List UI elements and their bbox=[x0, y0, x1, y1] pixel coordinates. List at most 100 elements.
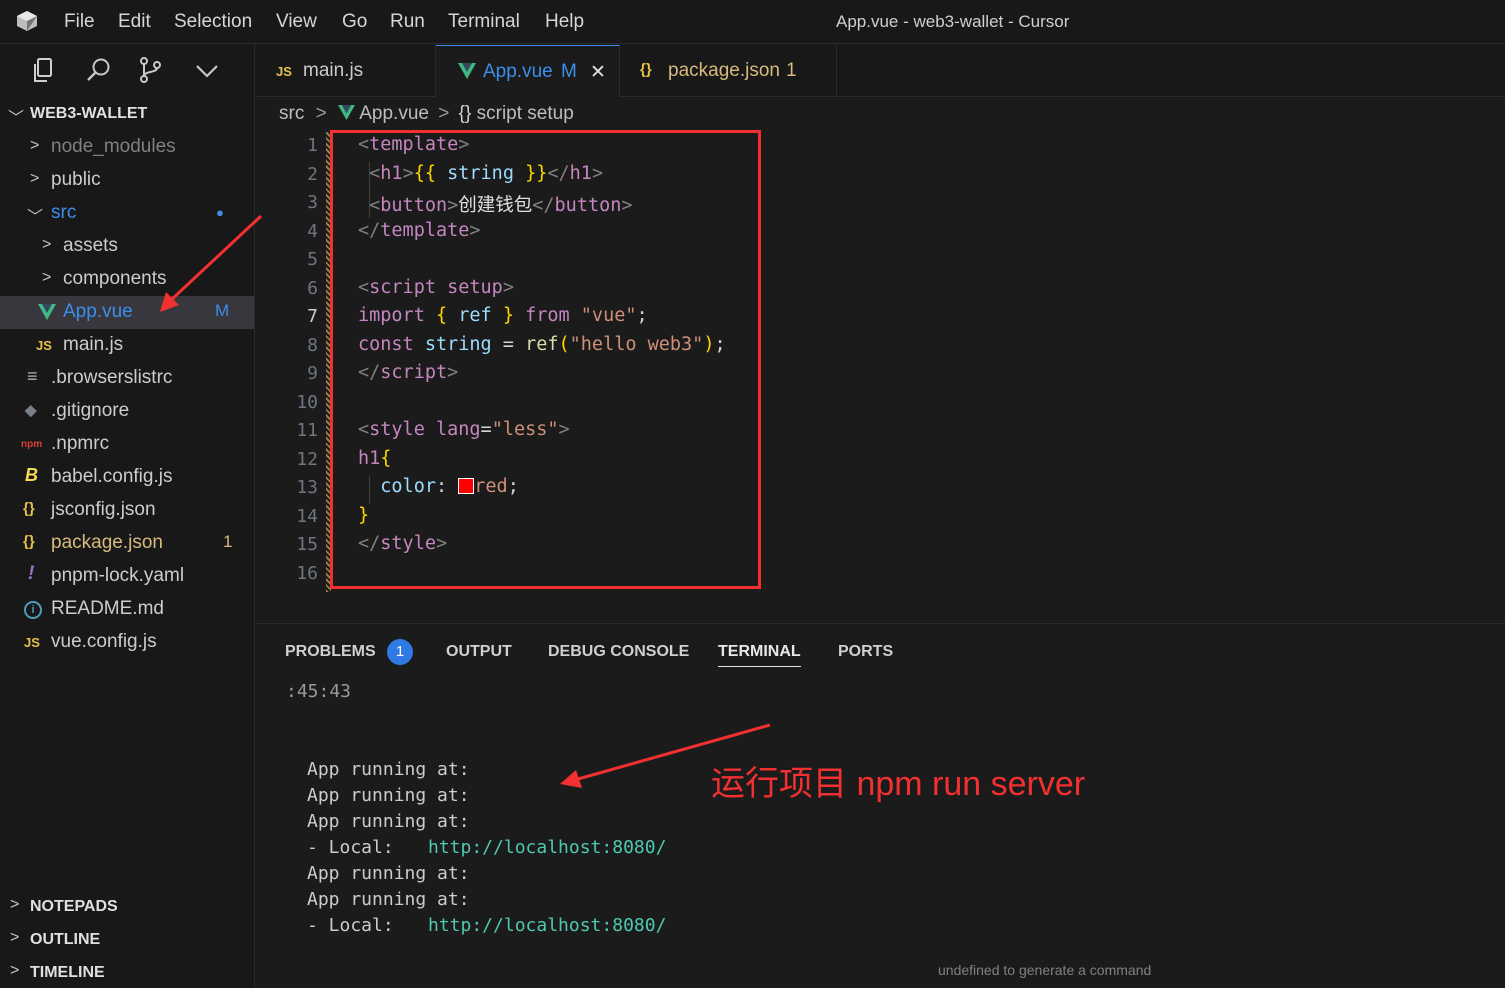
explorer-sidebar: ﹀ WEB3-WALLET > node_modules > public ﹀ … bbox=[0, 45, 255, 987]
line-number: 7 bbox=[307, 306, 318, 327]
terminal-line: App running at: bbox=[307, 889, 470, 910]
problems-badge: 1 bbox=[223, 532, 233, 551]
line-number: 1 bbox=[307, 135, 318, 156]
chevron-down-icon: ﹀ bbox=[27, 209, 44, 226]
tree-item-assets[interactable]: > assets bbox=[0, 230, 254, 263]
line-number: 11 bbox=[296, 420, 318, 441]
tree-item-label: App.vue bbox=[63, 301, 133, 322]
tree-item-src[interactable]: ﹀ src ● bbox=[0, 197, 254, 230]
terminal-link[interactable]: http://localhost:8080/ bbox=[428, 837, 666, 858]
tree-item-app-vue[interactable]: App.vue M bbox=[0, 296, 254, 329]
tree-item-npmrc[interactable]: npm .npmrc bbox=[0, 428, 254, 461]
tree-item-readme[interactable]: i README.md bbox=[0, 593, 254, 626]
tree-item-label: babel.config.js bbox=[51, 466, 173, 487]
modified-badge: M bbox=[215, 301, 230, 320]
section-notepads[interactable]: > NOTEPADS bbox=[0, 892, 254, 922]
line-number: 3 bbox=[307, 192, 318, 213]
tree-item-label: src bbox=[51, 202, 77, 223]
editor-tab-bar: JS main.js App.vue M ✕ {} package.json 1 bbox=[256, 45, 1505, 97]
tree-item-browserslistrc[interactable]: ≡ .browserslistrc bbox=[0, 362, 254, 395]
menu-run[interactable]: Run bbox=[390, 11, 425, 33]
tree-item-main-js[interactable]: JS main.js bbox=[0, 329, 254, 362]
explorer-root[interactable]: ﹀ WEB3-WALLET bbox=[0, 98, 254, 131]
menu-help[interactable]: Help bbox=[545, 11, 584, 33]
info-icon: i bbox=[24, 601, 42, 619]
source-control-icon[interactable] bbox=[136, 55, 166, 85]
js-icon: JS bbox=[24, 635, 40, 650]
chevron-right-icon: > bbox=[30, 170, 40, 187]
tab-label: App.vue bbox=[483, 61, 553, 82]
section-outline[interactable]: > OUTLINE bbox=[0, 925, 254, 955]
line-number: 6 bbox=[307, 278, 318, 299]
terminal-link[interactable]: http://localhost:8080/ bbox=[428, 915, 666, 936]
chevron-right-icon: > bbox=[30, 137, 40, 154]
js-icon: JS bbox=[276, 64, 292, 79]
menu-file[interactable]: File bbox=[64, 11, 95, 33]
close-icon[interactable]: ✕ bbox=[590, 61, 606, 84]
section-timeline[interactable]: > TIMELINE bbox=[0, 958, 254, 988]
problems-count-badge: 1 bbox=[387, 639, 413, 665]
tree-item-babel-config[interactable]: B babel.config.js bbox=[0, 461, 254, 494]
line-number: 9 bbox=[307, 363, 318, 384]
line-number: 5 bbox=[307, 249, 318, 270]
tree-item-label: .browserslistrc bbox=[51, 367, 173, 388]
tree-item-node-modules[interactable]: > node_modules bbox=[0, 131, 254, 164]
line-number: 8 bbox=[307, 335, 318, 356]
menu-view[interactable]: View bbox=[276, 11, 317, 33]
line-number: 15 bbox=[296, 534, 318, 555]
terminal-line: App running at: bbox=[307, 759, 470, 780]
braces-icon: {} bbox=[458, 103, 472, 124]
tab-ports[interactable]: PORTS bbox=[838, 643, 893, 661]
tree-item-public[interactable]: > public bbox=[0, 164, 254, 197]
tab-output[interactable]: OUTPUT bbox=[446, 643, 512, 661]
menu-go[interactable]: Go bbox=[342, 11, 367, 33]
line-number: 16 bbox=[296, 563, 318, 584]
breadcrumb-symbol[interactable]: script setup bbox=[477, 103, 574, 124]
tab-app-vue[interactable]: App.vue M ✕ bbox=[436, 45, 620, 97]
tree-item-label: .gitignore bbox=[51, 400, 130, 421]
window-title: App.vue - web3-wallet - Cursor bbox=[836, 12, 1070, 31]
tree-item-gitignore[interactable]: ◆ .gitignore bbox=[0, 395, 254, 428]
tree-item-jsconfig[interactable]: {} jsconfig.json bbox=[0, 494, 254, 527]
tree-item-label: main.js bbox=[63, 334, 124, 355]
problems-badge: 1 bbox=[786, 60, 797, 81]
chevron-down-icon[interactable] bbox=[192, 55, 222, 85]
json-icon: {} bbox=[23, 533, 35, 550]
chevron-right-icon: > bbox=[10, 896, 20, 913]
tree-item-label: node_modules bbox=[51, 136, 176, 157]
vue-icon bbox=[38, 304, 56, 320]
tab-package-json[interactable]: {} package.json 1 bbox=[620, 45, 837, 97]
tree-item-components[interactable]: > components bbox=[0, 263, 254, 296]
tree-item-vue-config[interactable]: JS vue.config.js bbox=[0, 626, 254, 659]
menu-edit[interactable]: Edit bbox=[118, 11, 151, 33]
tab-terminal[interactable]: TERMINAL bbox=[718, 643, 801, 667]
terminal-line: App running at: bbox=[307, 863, 470, 884]
files-icon[interactable] bbox=[30, 55, 60, 85]
tree-item-label: vue.config.js bbox=[51, 631, 157, 652]
line-number: 2 bbox=[307, 164, 318, 185]
tab-main-js[interactable]: JS main.js bbox=[256, 45, 436, 97]
vue-icon bbox=[458, 63, 476, 79]
tree-item-package-json[interactable]: {} package.json 1 bbox=[0, 527, 254, 560]
chevron-right-icon: > bbox=[438, 103, 450, 124]
tab-debug-console[interactable]: DEBUG CONSOLE bbox=[548, 643, 689, 661]
tab-label: main.js bbox=[303, 60, 364, 81]
tree-item-label: package.json bbox=[51, 532, 163, 553]
git-icon: ◆ bbox=[25, 402, 37, 419]
menu-selection[interactable]: Selection bbox=[174, 11, 252, 33]
chevron-right-icon: > bbox=[42, 236, 52, 253]
breadcrumb-file[interactable]: App.vue bbox=[359, 103, 429, 124]
search-icon[interactable] bbox=[84, 55, 114, 85]
tree-item-pnpm-lock[interactable]: ! pnpm-lock.yaml bbox=[0, 560, 254, 593]
tab-label: package.json bbox=[668, 60, 780, 81]
tab-problems[interactable]: PROBLEMS bbox=[285, 643, 376, 661]
annotation-text: 运行项目 npm run server bbox=[711, 765, 1086, 803]
tree-item-label: assets bbox=[63, 235, 118, 256]
terminal-line: - Local: bbox=[307, 915, 394, 936]
modified-dot-icon: ● bbox=[216, 205, 224, 220]
breadcrumb-folder[interactable]: src bbox=[279, 103, 304, 124]
menu-terminal[interactable]: Terminal bbox=[448, 11, 520, 33]
cursor-logo-icon[interactable] bbox=[16, 10, 38, 32]
terminal-line: :45:43 bbox=[286, 681, 352, 702]
code-editor[interactable]: 1 2 3 4 5 6 7 8 9 10 11 12 13 14 15 16 <… bbox=[256, 130, 1505, 622]
